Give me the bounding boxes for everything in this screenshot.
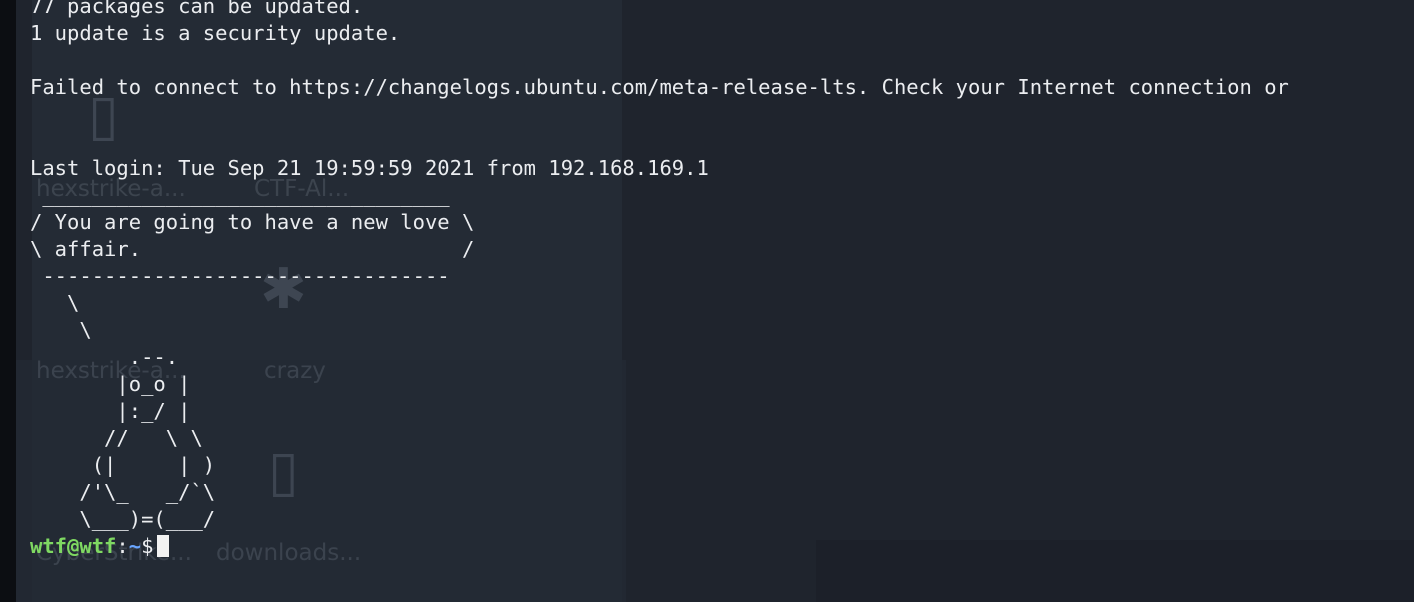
prompt-line[interactable]: wtf@wtf:~$ [30, 533, 1289, 560]
prompt-path: ~ [128, 534, 142, 558]
ascii-tux-line: .--. [30, 345, 179, 369]
output-line: Failed to connect to https://changelogs.… [30, 75, 1289, 99]
fortune-bubble-line: \ affair. / [30, 237, 475, 261]
ascii-tux-line: \___)=(___/ [30, 507, 216, 531]
text-cursor[interactable] [157, 535, 170, 557]
ascii-tux-line: /'\_ _/`\ [30, 480, 216, 504]
output-line: 1 update is a security update. [30, 21, 401, 45]
prompt-colon: : [116, 534, 129, 558]
fortune-bubble-top: _________________________________ [30, 183, 450, 207]
fortune-bubble-line: / You are going to have a new love \ [30, 210, 475, 234]
fortune-bubble-bottom: --------------------------------- [30, 264, 450, 288]
ascii-tux-line: \ [30, 291, 80, 315]
prompt-user-host: wtf@wtf [30, 534, 117, 558]
output-line: 77 packages can be updated. [30, 0, 364, 18]
terminal-output: 77 packages can be updated. 1 update is a… [30, 0, 1289, 560]
ascii-tux-line: |:_/ | [30, 399, 191, 423]
last-login-line: Last login: Tue Sep 21 19:59:59 2021 fro… [30, 156, 709, 180]
ascii-tux-line: \ [30, 318, 92, 342]
ascii-tux-line: |o_o | [30, 372, 191, 396]
ascii-tux-line: (| | ) [30, 453, 216, 477]
ascii-tux-line: // \ \ [30, 426, 203, 450]
window-edge [0, 0, 16, 602]
prompt-dollar: $ [141, 534, 154, 558]
terminal-window[interactable]: ▯ hexstrike-a... CTF-Al... hexstrike-a..… [0, 0, 1414, 602]
